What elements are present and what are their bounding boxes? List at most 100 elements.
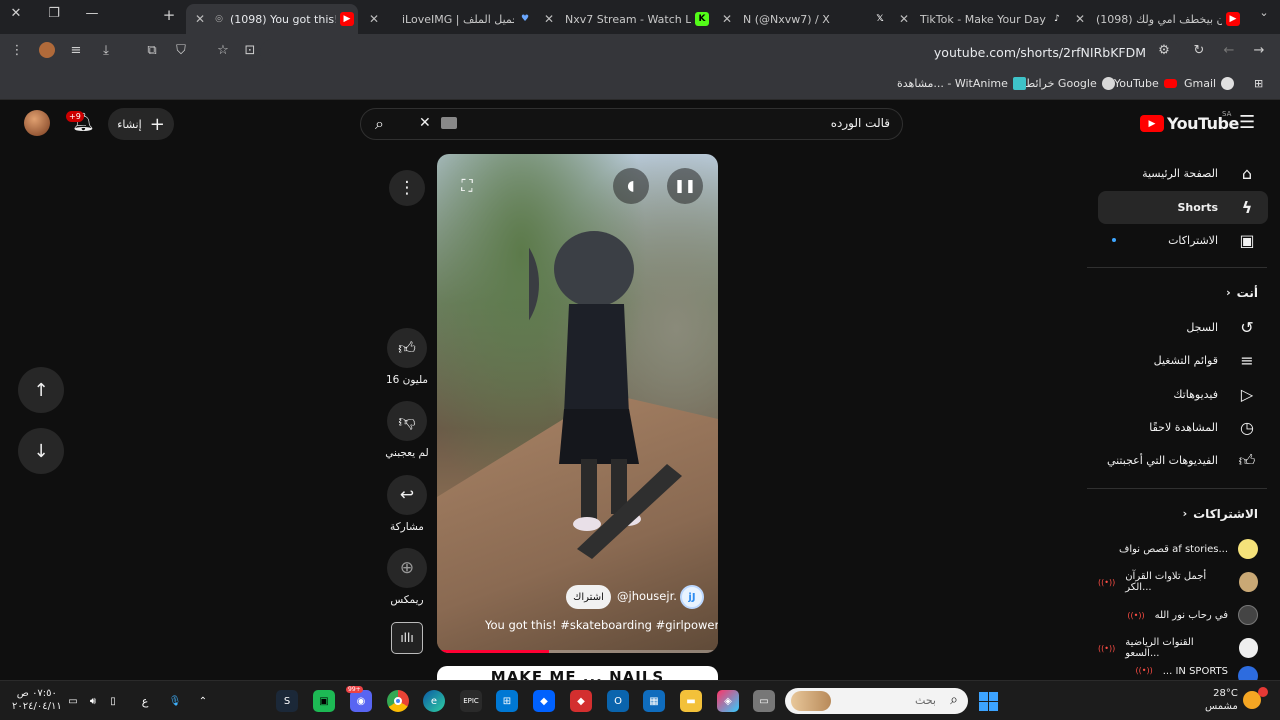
battery-icon[interactable]: ▯: [102, 690, 124, 712]
sidebar-item-playlists[interactable]: قوائم التشغيل ≡: [1098, 344, 1268, 377]
pause-icon[interactable]: ❚❚: [667, 168, 703, 204]
extensions-icon[interactable]: ⧉: [143, 43, 161, 58]
back-icon[interactable]: →: [1250, 43, 1268, 58]
calculator-icon[interactable]: ⊞: [496, 690, 518, 712]
sidebar-item-shorts[interactable]: Shorts ϟ: [1098, 191, 1268, 224]
dropbox-icon[interactable]: ◆: [533, 690, 555, 712]
sidebar-subs-heading[interactable]: › الاشتراكات: [1098, 497, 1268, 530]
bookmark-star-icon[interactable]: ☆: [214, 43, 232, 58]
sidebar-you-heading[interactable]: › أنت: [1098, 276, 1268, 309]
shield-icon[interactable]: ⛉: [172, 43, 190, 58]
subscription-item[interactable]: ((•)) أجمل تلاوات القرآن الكر...: [1098, 568, 1268, 596]
search-input[interactable]: قالت الورده: [831, 116, 890, 130]
language-indicator[interactable]: ع: [134, 690, 156, 712]
file-explorer-icon[interactable]: ▬: [680, 690, 702, 712]
microphone-icon[interactable]: 🎙︎: [164, 690, 186, 712]
clock[interactable]: ٠٧:٥٠ ص ٢٠٢٤/٠٤/١١: [12, 687, 62, 713]
dislike-action[interactable]: 👎︎ لم يعجبني: [380, 401, 434, 459]
apps-grid-icon[interactable]: ⊞: [1254, 77, 1263, 90]
bookmark-witanime[interactable]: مشاهدة... - WitAnime: [897, 77, 1026, 90]
url-text[interactable]: youtube.com/shorts/2rfNIRbKFDM: [934, 45, 1146, 60]
sidebar-item-your-videos[interactable]: فيديوهاتك ▷: [1098, 378, 1268, 411]
search-icon[interactable]: ⌕: [375, 114, 384, 134]
edge-icon[interactable]: e: [423, 690, 445, 712]
media-control-icon[interactable]: ≡: [67, 43, 85, 58]
sound-action[interactable]: ıllı: [380, 622, 434, 654]
show-hidden-icons[interactable]: ⌃: [192, 690, 214, 712]
copilot-icon[interactable]: ◈: [717, 690, 739, 712]
channel-avatar[interactable]: jJ: [680, 585, 704, 609]
share-icon[interactable]: ↩: [387, 475, 427, 515]
close-tab-icon[interactable]: ✕: [719, 12, 735, 26]
sidebar-item-liked[interactable]: الفيديوهات التي أعجبتني 👍︎: [1098, 444, 1268, 477]
sidebar-item-subscriptions[interactable]: الاشتراكات ▣: [1098, 224, 1268, 257]
subscription-item[interactable]: قصص نواف af stories...: [1098, 535, 1268, 563]
subscribe-button[interactable]: اشتراك: [566, 585, 611, 609]
create-button[interactable]: إنشاء +: [108, 108, 174, 140]
epic-games-icon[interactable]: EPIC: [460, 690, 482, 712]
start-windows-icon[interactable]: [977, 690, 999, 712]
subscription-item[interactable]: ((•)) القنوات الرياضية السعو...: [1098, 634, 1268, 662]
close-tab-icon[interactable]: ✕: [1072, 12, 1088, 26]
close-tab-icon[interactable]: ✕: [366, 12, 382, 26]
tab-iloveimg[interactable]: ✕ iLoveIMG | تحميل الملف ♥: [366, 4, 536, 34]
subscription-item[interactable]: ((•)) ... IN SPORTS: [1098, 666, 1268, 680]
chat-app-icon[interactable]: ▣: [313, 690, 335, 712]
next-short-button[interactable]: ↓: [18, 428, 64, 474]
speaker-icon[interactable]: 🔊︎: [82, 690, 104, 712]
bookmark-gmail[interactable]: Gmail: [1184, 77, 1235, 90]
download-icon[interactable]: ⤓: [97, 43, 115, 58]
shorts-player[interactable]: ⛶ ◖ ❚❚ اشتراك @jhousejr. jJ You got this…: [437, 154, 718, 653]
install-app-icon[interactable]: ⊡: [241, 43, 259, 58]
remix-action[interactable]: ⊕ ريمكس: [380, 548, 434, 606]
keyboard-icon[interactable]: [441, 117, 457, 129]
like-action[interactable]: 👍︎ 16 مليون: [380, 328, 434, 386]
search-box[interactable]: ⌕ ✕ قالت الورده: [360, 108, 903, 140]
restore-window-icon[interactable]: ❐: [44, 6, 64, 21]
dislike-icon[interactable]: 👎︎: [387, 401, 427, 441]
reload-icon[interactable]: ↻: [1190, 43, 1208, 58]
chrome-icon[interactable]: [387, 690, 409, 712]
clear-search-icon[interactable]: ✕: [419, 115, 431, 131]
site-settings-icon[interactable]: ⚙: [1155, 43, 1173, 58]
close-tab-icon[interactable]: ✕: [896, 12, 912, 26]
bookmark-youtube[interactable]: YouTube: [1114, 77, 1177, 90]
discord-icon[interactable]: ◉: [350, 690, 372, 712]
account-avatar[interactable]: [24, 110, 50, 136]
network-icon[interactable]: ▭: [62, 690, 84, 712]
subscription-item[interactable]: ((•)) في رحاب نور الله: [1098, 601, 1268, 629]
tab-youtube-other[interactable]: ✕ (1098) كان بيخطف امي ولك ▶: [1072, 4, 1244, 34]
profile-avatar[interactable]: [38, 42, 56, 62]
soundwave-icon[interactable]: ıllı: [391, 622, 423, 654]
channel-handle[interactable]: @jhousejr.: [617, 589, 677, 603]
sidebar-item-home[interactable]: الصفحة الرئيسية ⌂: [1098, 157, 1268, 190]
tab-kick-stream[interactable]: ✕ Nxv7 Stream - Watch Live K: [541, 4, 713, 34]
tab-you-got-this[interactable]: ✕ ◎ (1098) You got this! ▶: [186, 4, 358, 34]
like-icon[interactable]: 👍︎: [387, 328, 427, 368]
progress-bar[interactable]: [437, 650, 718, 653]
tab-search-icon[interactable]: ⌄: [1254, 6, 1274, 19]
steam-icon[interactable]: S: [276, 690, 298, 712]
sidebar-item-watch-later[interactable]: المشاهدة لاحقًا ◷: [1098, 411, 1268, 444]
store-icon[interactable]: ▦: [643, 690, 665, 712]
tab-x[interactable]: ✕ N (@Nxvw7) / X 𝕏: [719, 4, 891, 34]
outlook-icon[interactable]: O: [607, 690, 629, 712]
app-red-icon[interactable]: ◆: [570, 690, 592, 712]
taskbar-search[interactable]: بحث ⌕: [785, 688, 968, 714]
app-gray-icon[interactable]: ▭: [753, 690, 775, 712]
bookmark-maps[interactable]: خرائط Google: [1025, 77, 1115, 90]
close-window-icon[interactable]: ✕: [6, 6, 26, 21]
previous-short-button[interactable]: ↑: [18, 367, 64, 413]
share-action[interactable]: ↩ مشاركة: [380, 475, 434, 533]
more-vert-icon[interactable]: ⋮: [389, 170, 425, 206]
tab-tiktok[interactable]: ✕ TikTok - Make Your Day ♪: [896, 4, 1068, 34]
fullscreen-icon[interactable]: ⛶: [449, 168, 485, 204]
new-tab-button[interactable]: +: [159, 6, 179, 24]
remix-icon[interactable]: ⊕: [387, 548, 427, 588]
more-options[interactable]: ⋮: [380, 170, 434, 206]
minimize-window-icon[interactable]: —: [82, 6, 102, 21]
close-tab-icon[interactable]: ✕: [541, 12, 557, 26]
forward-icon[interactable]: ←: [1220, 43, 1238, 58]
volume-icon[interactable]: ◖: [613, 168, 649, 204]
menu-dots-icon[interactable]: ⋮: [8, 43, 26, 58]
